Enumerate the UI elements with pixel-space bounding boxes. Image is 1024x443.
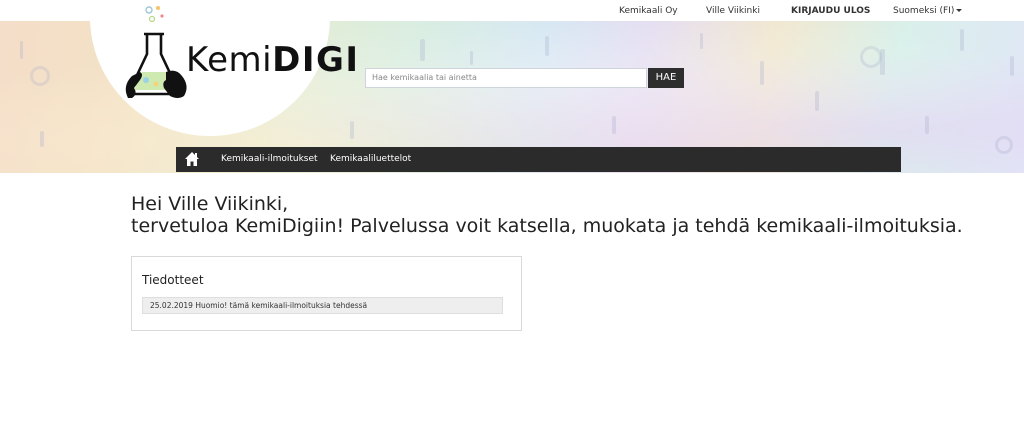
language-dropdown[interactable]: Suomeksi (FI) (893, 6, 963, 16)
main-nav: Kemikaali-ilmoitukset Kemikaaliluettelot (176, 147, 901, 172)
language-label: Suomeksi (FI) (893, 6, 955, 16)
search-placeholder: Hae kemikaalia tai ainetta (372, 73, 477, 82)
announcements-panel: Tiedotteet 25.02.2019 Huomio! tämä kemik… (131, 256, 522, 331)
nav-item-kemikaaliluettelot[interactable]: Kemikaaliluettelot (330, 154, 411, 164)
search-button[interactable]: HAE (648, 68, 684, 88)
logo-text-light: Kemi (186, 40, 273, 80)
search-input[interactable]: Hae kemikaalia tai ainetta (365, 68, 647, 88)
welcome-line-2: tervetuloa KemiDigiin! Palvelussa voit k… (131, 215, 963, 237)
announcement-item[interactable]: 25.02.2019 Huomio! tämä kemikaali-ilmoit… (142, 297, 503, 314)
welcome-line-1: Hei Ville Viikinki, (131, 193, 289, 215)
flask-logo-icon[interactable] (120, 2, 190, 102)
user-link[interactable]: Ville Viikinki (706, 6, 760, 16)
announcements-title: Tiedotteet (142, 273, 204, 287)
logout-link[interactable]: KIRJAUDU ULOS (791, 6, 870, 16)
logo-wordmark[interactable]: KemiDIGI (186, 38, 360, 82)
logo-text-bold: DIGI (272, 40, 360, 80)
company-link[interactable]: Kemikaali Oy (619, 6, 678, 16)
welcome-heading: Hei Ville Viikinki, tervetuloa KemiDigii… (131, 193, 963, 237)
nav-item-kemikaali-ilmoitukset[interactable]: Kemikaali-ilmoitukset (221, 154, 318, 164)
caret-down-icon (956, 9, 963, 12)
home-icon[interactable] (184, 151, 200, 167)
